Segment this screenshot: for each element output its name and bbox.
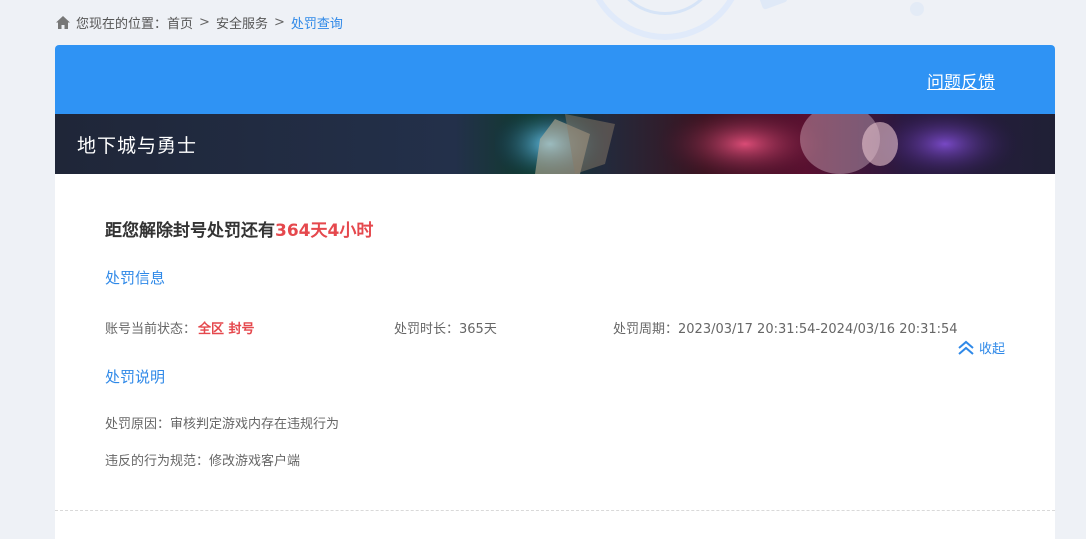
breadcrumb-home[interactable]: 首页 [167, 13, 193, 32]
penalty-duration-text: 处罚时长：365天 [394, 321, 497, 337]
penalty-period-text: 处罚周期：2023/03/17 20:31:54-2024/03/16 20:3… [613, 321, 958, 337]
background-decoration [758, 0, 788, 10]
penalty-card: 问题反馈 地下城与勇士 距您解除封号处罚还有364天4小时 处罚信息 账号当前状… [55, 45, 1055, 539]
penalty-description-title: 处罚说明 [105, 368, 166, 386]
collapse-label: 收起 [978, 342, 1005, 357]
breadcrumb-prefix: 您现在的位置： [76, 16, 168, 32]
countdown-prefix: 距您解除封号处罚还有 [105, 221, 275, 241]
account-status-value: 全区 封号 [198, 321, 255, 337]
divider [55, 510, 1055, 511]
collapse-button[interactable]: 收起 [957, 338, 1005, 357]
violated-rule: 违反的行为规范：修改游戏客户端 [105, 454, 301, 469]
game-banner: 地下城与勇士 [55, 114, 1055, 174]
feedback-link[interactable]: 问题反馈 [927, 68, 995, 93]
countdown-text: 距您解除封号处罚还有364天4小时 [105, 216, 1055, 241]
penalty-duration: 处罚时长：365天 [394, 318, 613, 337]
breadcrumb-separator: > [199, 14, 210, 30]
penalty-reason: 处罚原因：审核判定游戏内存在违规行为 [105, 417, 340, 432]
penalty-period: 处罚周期：2023/03/17 20:31:54-2024/03/16 20:3… [613, 318, 958, 337]
penalty-info-row: 账号当前状态： 全区 封号 处罚时长：365天 处罚周期：2023/03/17 … [105, 318, 1055, 337]
countdown-remaining: 364天4小时 [275, 221, 374, 241]
breadcrumb-penalty-query[interactable]: 处罚查询 [291, 13, 343, 32]
background-decoration [910, 2, 924, 16]
account-status: 账号当前状态： 全区 封号 [105, 318, 394, 337]
penalty-info-title: 处罚信息 [105, 269, 166, 287]
breadcrumb-separator: > [273, 14, 285, 30]
game-title: 地下城与勇士 [77, 135, 198, 157]
double-chevron-up-icon [957, 340, 975, 356]
banner-artwork [495, 114, 1025, 174]
home-icon [55, 15, 71, 30]
card-header: 问题反馈 [55, 45, 1055, 114]
breadcrumb: 您现在的位置： 首页 > 安全服务 > 处罚查询 [55, 12, 343, 32]
account-status-label: 账号当前状态： [105, 321, 197, 337]
penalty-content: 距您解除封号处罚还有364天4小时 处罚信息 账号当前状态： 全区 封号 处罚时… [55, 174, 1055, 469]
breadcrumb-security-service[interactable]: 安全服务 [216, 13, 268, 32]
